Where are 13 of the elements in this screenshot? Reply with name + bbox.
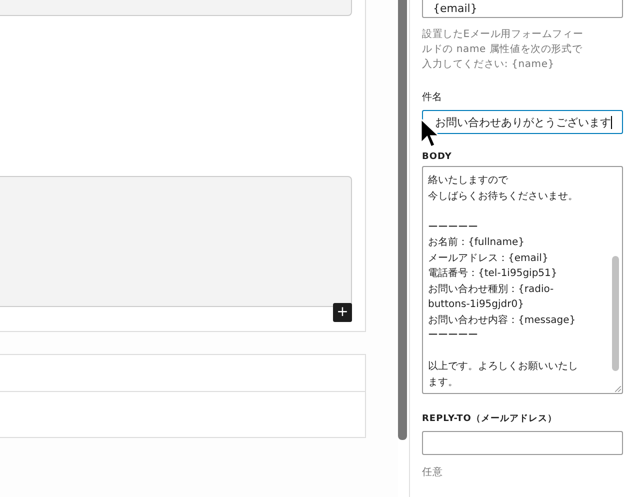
subject-field[interactable]: お問い合わせありがとうございます	[422, 110, 623, 134]
email-field[interactable]: {email}	[422, 0, 623, 18]
body-textarea[interactable]: 絡いたしますので 今しばらくお待ちくださいませ。 ーーーーー お名前：{fullname} メールアドレス：{email} 電話番号：{tel-1i95gip51} お問い合わせ種別：{radio- buttons-1i95gjdr0} お問い合わせ内容：{message} ーーーーー 以上です。よろしくお願いいたし ます。	[422, 166, 623, 394]
resize-handle[interactable]	[398, 0, 407, 440]
reply-to-field[interactable]	[422, 431, 623, 455]
resize-grip-icon[interactable]	[615, 386, 621, 392]
field-label: BODY	[422, 152, 453, 162]
scrollbar-thumb[interactable]	[612, 256, 619, 371]
help-text: 設置したEメール用フォームフィールドの name 属性値を次の形式で入力してください: {name}	[422, 28, 584, 72]
add-block-button[interactable]: +	[333, 303, 352, 322]
field-label: REPLY-TO（メールアドレス）	[422, 413, 558, 425]
help-text: 任意	[422, 466, 444, 480]
field-label: 件名	[422, 91, 443, 104]
